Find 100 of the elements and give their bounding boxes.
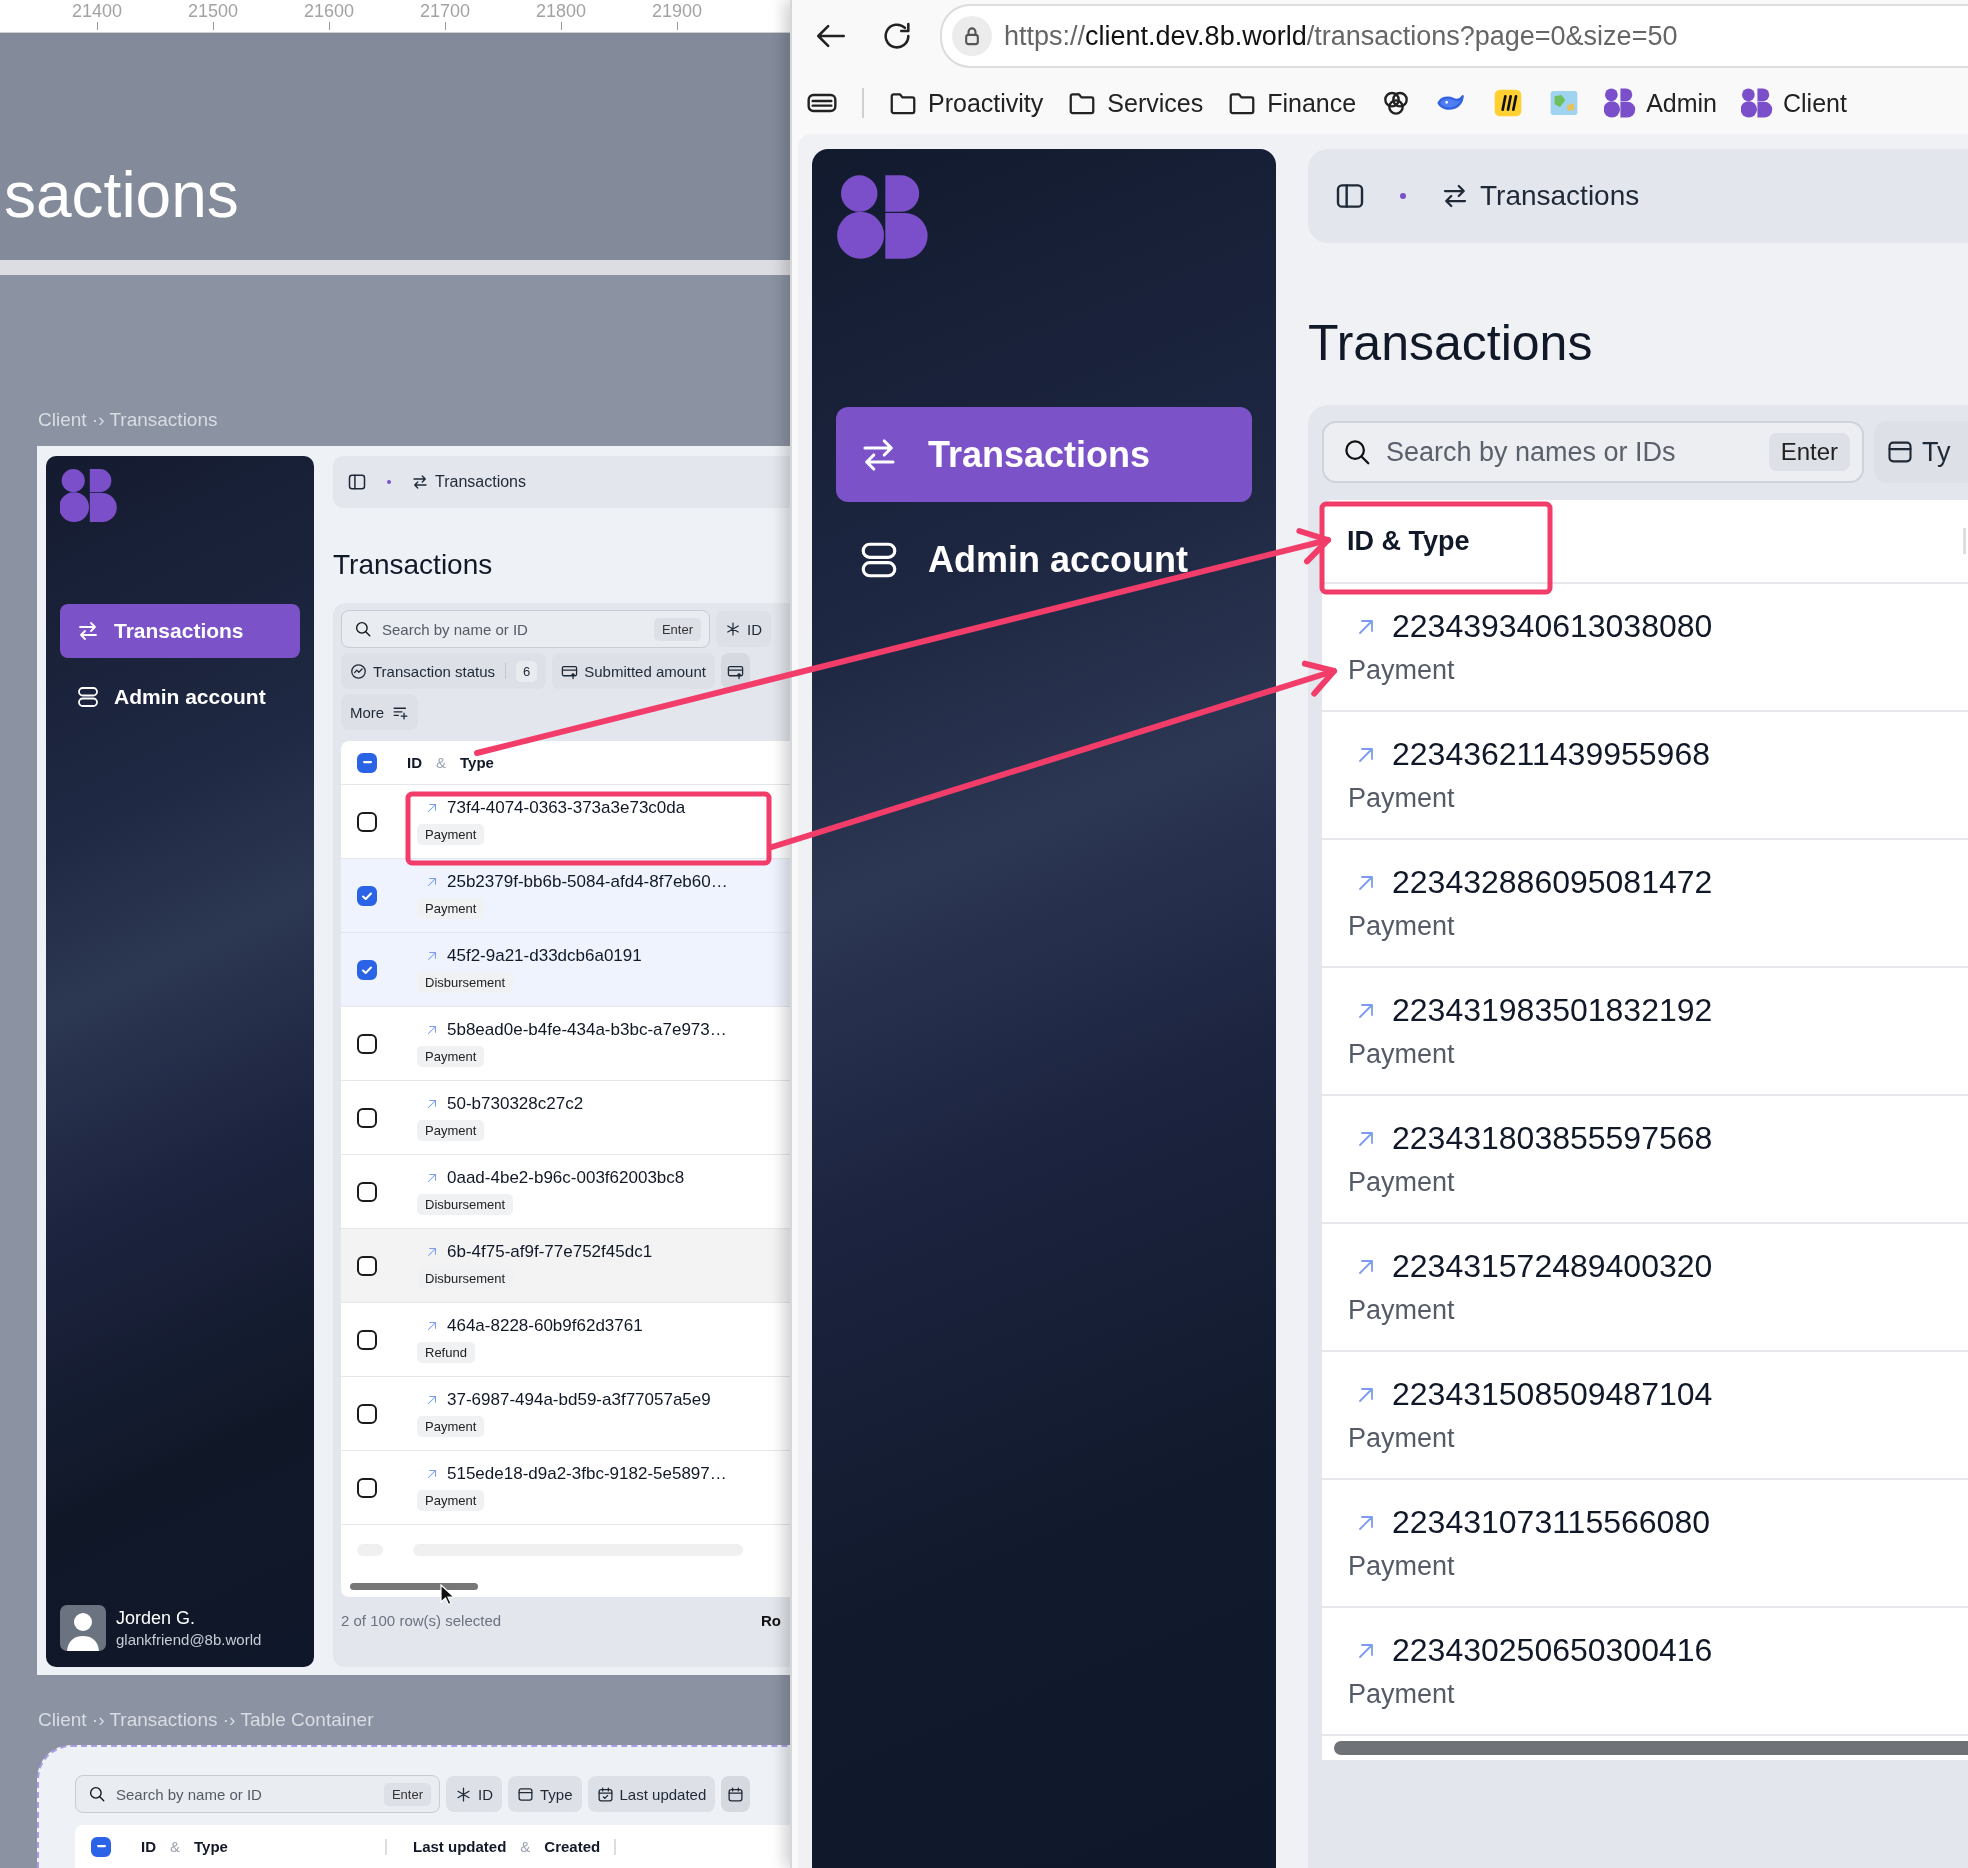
column-header: ID [141, 1838, 156, 1855]
transaction-id[interactable]: 223432886095081472 [1392, 864, 1713, 901]
transaction-id[interactable]: 45f2-9a21-d33dcb6a0191 [447, 946, 642, 966]
checkbox[interactable] [357, 811, 377, 832]
status-icon [350, 662, 367, 680]
filter-chip[interactable]: ID [446, 1776, 502, 1812]
checkbox[interactable] [357, 1107, 377, 1128]
type-tag: Payment [417, 824, 485, 845]
transaction-id[interactable]: 50-b730328c27c2 [447, 1094, 584, 1114]
transaction-id[interactable]: 223431508509487104 [1392, 1376, 1713, 1413]
transaction-id[interactable]: 464a-8228-60b9f62d3761 [447, 1316, 643, 1336]
filter-chip[interactable]: ID [716, 611, 771, 647]
column-header: & [520, 1838, 531, 1855]
transaction-id[interactable]: 223431572489400320 [1392, 1248, 1713, 1285]
more-button[interactable]: More [341, 694, 419, 730]
search-field[interactable]: Search by name or ID Enter [75, 1775, 440, 1813]
nav-item[interactable]: Transactions [836, 407, 1252, 502]
checkbox[interactable] [357, 1477, 377, 1498]
transaction-id[interactable]: 223436211439955968 [1392, 736, 1710, 773]
filter-chip[interactable]: Transaction status 6 [341, 653, 547, 689]
filter-chip[interactable]: Last updated [587, 1776, 716, 1812]
page-title: Transactions [333, 548, 494, 582]
arrow-up-right-icon [425, 801, 439, 815]
key-hint: Enter [383, 1782, 431, 1806]
column-header: Type [460, 754, 494, 771]
key-hint: Enter [1768, 433, 1850, 471]
transaction-type: Payment [1348, 655, 1456, 686]
ruler-label: 21500 [187, 0, 239, 22]
breadcrumb[interactable]: Transactions [1440, 180, 1640, 212]
transaction-id[interactable]: 25b2379f-bb6b-5084-afd4-8f7eb60… [447, 872, 728, 892]
nav-item[interactable]: Admin account [60, 670, 300, 724]
column-header: ID [407, 754, 422, 771]
checkbox[interactable] [357, 1403, 377, 1424]
transaction-id[interactable]: 223431073115566080 [1392, 1504, 1710, 1541]
type-tag: Payment [417, 898, 485, 919]
transaction-id[interactable]: 223431803855597568 [1392, 1120, 1713, 1157]
asterisk-icon [455, 1785, 472, 1803]
minus-icon [362, 761, 372, 764]
checkbox[interactable] [357, 1033, 377, 1054]
bookmark[interactable]: Finance [1227, 88, 1357, 118]
filter-chip[interactable]: Ty [1874, 421, 1968, 483]
page-title: Transactions [1308, 314, 1594, 373]
transaction-type: Payment [1348, 1167, 1456, 1198]
search-field[interactable]: Search by name or ID Enter [341, 610, 710, 648]
checkbox[interactable] [357, 959, 377, 980]
search-field[interactable]: Search by names or IDs Enter [1322, 421, 1864, 483]
arrow-up-right-icon [425, 1245, 439, 1259]
checkbox[interactable] [357, 885, 377, 906]
checkbox[interactable] [357, 1255, 377, 1276]
column-header: & [170, 1838, 180, 1855]
transaction-type: Payment [1348, 911, 1456, 942]
checkbox[interactable] [357, 1181, 377, 1202]
transaction-id[interactable]: 5b8ead0e-b4fe-434a-b3bc-a7e973… [447, 1020, 727, 1040]
ruler-label: 21700 [419, 0, 471, 22]
transaction-id[interactable]: 515ede18-d9a2-3fbc-9182-5e5897… [447, 1464, 727, 1484]
logo [60, 468, 118, 523]
swap-icon [76, 619, 100, 643]
filter-chip[interactable] [721, 653, 750, 689]
breadcrumb[interactable]: Transactions [411, 473, 526, 491]
calendar-icon [727, 1785, 745, 1803]
transaction-id[interactable]: 223430250650300416 [1392, 1632, 1713, 1669]
arrow-up-right-icon [425, 1467, 439, 1481]
address-bar[interactable]: https://client.dev.8b.world/transactions?page=0&size=50 [940, 4, 1968, 68]
transaction-type: Payment [1348, 1423, 1456, 1454]
minus-icon [96, 1845, 106, 1848]
ruler-label: 21600 [303, 0, 355, 22]
scrollbar[interactable] [1334, 1741, 1968, 1755]
ruler-label: 21400 [71, 0, 123, 22]
selection-count: 2 of 100 row(s) selected [341, 1612, 503, 1629]
type-tag: Payment [417, 1416, 485, 1437]
arrow-up-right-icon [425, 875, 439, 889]
search-icon [1342, 437, 1372, 467]
transaction-id[interactable]: 223439340613038080 [1392, 608, 1713, 645]
table-row[interactable]: 25b2379f-bb6b-5084-afd4-8f7eb60… Payment [341, 858, 790, 932]
table-row[interactable]: 45f2-9a21-d33dcb6a0191 Disbursement [341, 932, 790, 1006]
arrow-up-right-icon [425, 949, 439, 963]
type-tag: Disbursement [417, 972, 514, 993]
bookmark[interactable]: Services [1067, 88, 1204, 118]
bookmark[interactable]: Client [1741, 88, 1847, 118]
checkbox[interactable] [357, 1329, 377, 1350]
bookmark[interactable]: Proactivity [888, 88, 1044, 118]
transaction-id[interactable]: 6b-4f75-af9f-77e752f45dc1 [447, 1242, 653, 1262]
transaction-id[interactable]: 73f4-4074-0363-373a3e73c0da [447, 798, 686, 818]
column-header: Created [544, 1838, 601, 1855]
nav-item[interactable]: Transactions [60, 604, 300, 658]
checkbox[interactable] [357, 752, 377, 773]
transaction-id[interactable]: 0aad-4be2-b96c-003f62003bc8 [447, 1168, 685, 1188]
column-header: & [436, 754, 446, 771]
transaction-id[interactable]: 223431983501832192 [1392, 992, 1713, 1029]
scrollbar[interactable] [350, 1582, 478, 1590]
filter-chip[interactable]: Submitted amount [552, 653, 715, 689]
transaction-id[interactable]: 37-6987-494a-bd59-a3f77057a5e9 [447, 1390, 711, 1410]
nav-item[interactable]: Admin account [836, 512, 1252, 607]
bookmark[interactable]: Admin [1604, 88, 1717, 118]
logo-icon [1741, 88, 1773, 118]
filter-chip[interactable] [721, 1776, 751, 1812]
rows-label: Ro [761, 1612, 782, 1629]
table-row[interactable]: 6b-4f75-af9f-77e752f45dc1 Disbursement [341, 1228, 790, 1302]
checkbox[interactable] [91, 1836, 111, 1857]
filter-chip[interactable]: Type [508, 1776, 582, 1812]
